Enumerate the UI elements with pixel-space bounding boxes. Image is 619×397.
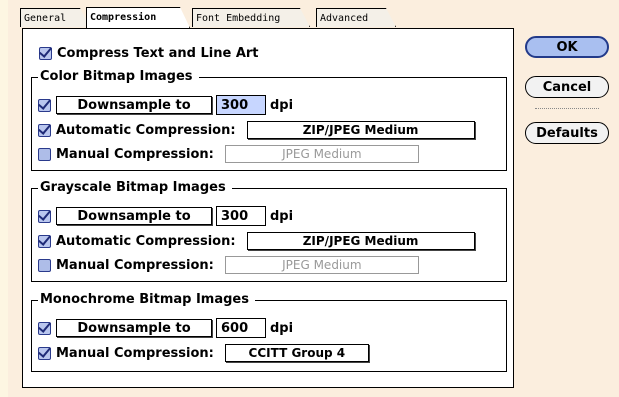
color-downsample-checkbox[interactable]	[38, 98, 51, 112]
compress-text-checkbox[interactable]	[39, 46, 52, 60]
color-manual-checkbox[interactable]	[38, 147, 51, 161]
tab-general[interactable]: General	[20, 8, 90, 27]
tab-font-embedding[interactable]: Font Embedding	[192, 8, 310, 27]
mono-manual-label: Manual Compression:	[56, 345, 214, 361]
mono-downsample-popup[interactable]: Downsample to	[56, 319, 212, 337]
color-downsample-popup[interactable]: Downsample to	[56, 96, 212, 114]
gray-auto-row: Automatic Compression: ZIP/JPEG Medium	[38, 231, 475, 251]
compress-text-label: Compress Text and Line Art	[57, 45, 259, 61]
color-manual-select[interactable]: JPEG Medium	[224, 145, 419, 163]
mono-manual-checkbox[interactable]	[38, 346, 51, 360]
color-dpi-unit: dpi	[270, 97, 294, 113]
color-downsample-row: Downsample to 300 dpi	[38, 95, 293, 115]
tab-compression[interactable]: Compression	[86, 7, 190, 28]
color-auto-label: Automatic Compression:	[56, 122, 236, 138]
monochrome-bitmap-title: Monochrome Bitmap Images	[38, 292, 255, 308]
ok-button[interactable]: OK	[525, 36, 609, 58]
monochrome-bitmap-group: Monochrome Bitmap Images Downsample to 6…	[31, 292, 507, 372]
color-dpi-input[interactable]: 300	[216, 95, 266, 115]
gray-auto-checkbox[interactable]	[38, 234, 51, 248]
gray-manual-checkbox[interactable]	[38, 258, 51, 272]
color-manual-label: Manual Compression:	[56, 146, 214, 162]
mono-dpi-unit: dpi	[270, 320, 294, 336]
gray-downsample-popup[interactable]: Downsample to	[56, 207, 212, 225]
color-auto-select[interactable]: ZIP/JPEG Medium	[246, 121, 475, 139]
button-separator	[535, 108, 599, 109]
gray-manual-select[interactable]: JPEG Medium	[224, 256, 419, 274]
gray-auto-label: Automatic Compression:	[56, 233, 236, 249]
defaults-button[interactable]: Defaults	[525, 122, 609, 144]
grayscale-bitmap-group: Grayscale Bitmap Images Downsample to 30…	[31, 180, 507, 282]
gray-auto-select[interactable]: ZIP/JPEG Medium	[246, 232, 475, 250]
gray-downsample-checkbox[interactable]	[38, 209, 51, 223]
color-bitmap-group: Color Bitmap Images Downsample to 300 dp…	[31, 69, 507, 171]
cancel-button[interactable]: Cancel	[525, 76, 609, 98]
mono-manual-row: Manual Compression: CCITT Group 4	[38, 343, 369, 363]
grayscale-bitmap-title: Grayscale Bitmap Images	[38, 180, 232, 196]
color-auto-row: Automatic Compression: ZIP/JPEG Medium	[38, 120, 475, 140]
gray-dpi-unit: dpi	[270, 208, 294, 224]
gray-dpi-input[interactable]: 300	[216, 206, 266, 226]
mono-downsample-checkbox[interactable]	[38, 321, 51, 335]
color-auto-checkbox[interactable]	[38, 123, 51, 137]
gray-manual-row: Manual Compression: JPEG Medium	[38, 255, 419, 275]
mono-downsample-row: Downsample to 600 dpi	[38, 318, 293, 338]
compression-panel: Compress Text and Line Art Color Bitmap …	[22, 28, 514, 388]
mono-dpi-input[interactable]: 600	[216, 318, 266, 338]
gray-manual-label: Manual Compression:	[56, 257, 214, 273]
color-bitmap-title: Color Bitmap Images	[38, 69, 199, 85]
gray-downsample-row: Downsample to 300 dpi	[38, 206, 293, 226]
tab-advanced[interactable]: Advanced	[316, 8, 396, 27]
mono-manual-select[interactable]: CCITT Group 4	[224, 344, 369, 362]
compress-text-row[interactable]: Compress Text and Line Art	[39, 43, 259, 63]
color-manual-row: Manual Compression: JPEG Medium	[38, 144, 419, 164]
